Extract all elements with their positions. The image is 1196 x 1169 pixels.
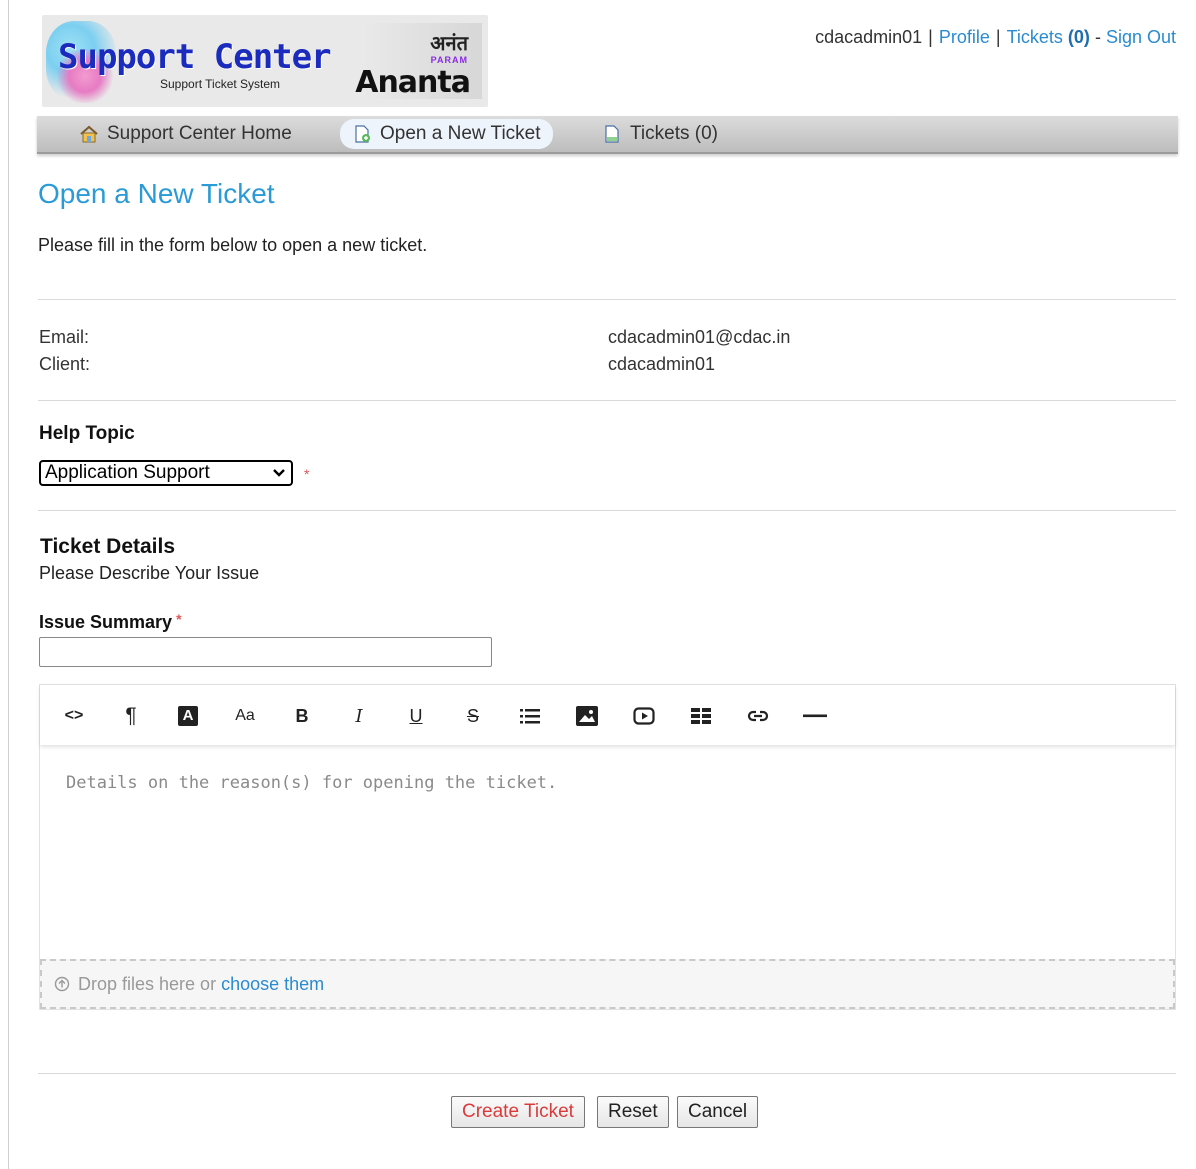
issue-summary-label-text: Issue Summary (39, 612, 173, 632)
ticket-details-heading: Ticket Details (40, 535, 176, 558)
help-topic-required-mark: * (304, 466, 310, 482)
insert-table-button[interactable] (687, 703, 715, 729)
ticket-details-subheading: Please Describe Your Issue (39, 563, 260, 583)
partner-logo-param: PARAM (430, 55, 468, 65)
issue-summary-label: Issue Summary * (39, 611, 182, 633)
page-left-rule (8, 0, 9, 1169)
italic-button[interactable]: I (345, 703, 373, 729)
help-topic-label: Help Topic (39, 423, 135, 444)
file-dropzone[interactable]: Drop files here or choose them (40, 959, 1175, 1009)
tickets-link[interactable]: Tickets (0) (1007, 27, 1090, 47)
cancel-button[interactable]: Cancel (677, 1096, 759, 1128)
insert-image-button[interactable] (573, 703, 601, 729)
issue-summary-input[interactable] (39, 637, 492, 667)
tickets-count: (0) (1067, 27, 1090, 47)
video-icon (633, 707, 655, 725)
reset-button[interactable]: Reset (597, 1096, 669, 1128)
nav-tickets-label: Tickets (0) (630, 123, 718, 144)
horizontal-rule-icon (803, 714, 827, 718)
nav-home-label: Support Center Home (107, 123, 292, 144)
client-value: cdacadmin01 (608, 354, 716, 374)
divider (38, 400, 1176, 401)
profile-link[interactable]: Profile (939, 27, 990, 47)
nav-open-ticket[interactable]: Open a New Ticket (340, 119, 553, 149)
divider (38, 510, 1176, 511)
font-size-button[interactable]: Aa (231, 703, 259, 729)
table-icon (691, 708, 711, 724)
main-nav: Support Center Home Open a New Ticket Ti… (37, 116, 1178, 154)
insert-video-button[interactable] (630, 703, 658, 729)
user-nav: cdacadmin01 | Profile | Tickets (0) - Sign O… (815, 27, 1176, 47)
home-icon (80, 125, 98, 143)
page-title: Open a New Ticket (38, 178, 275, 209)
sign-out-link[interactable]: Sign Out (1106, 27, 1176, 47)
upload-icon (54, 976, 70, 992)
horizontal-rule-button[interactable] (801, 703, 829, 729)
nav-home[interactable]: Support Center Home (67, 119, 304, 149)
divider (38, 299, 1176, 300)
help-topic-selected: Application Support (45, 462, 210, 483)
bold-button[interactable]: B (288, 703, 316, 729)
font-color-icon: A (178, 706, 198, 726)
insert-link-button[interactable] (744, 703, 772, 729)
details-editor[interactable]: <> ¶ A Aa B I U S Details on the reason(… (39, 684, 1176, 1010)
tickets-icon (605, 125, 619, 143)
help-topic-select[interactable]: Application Support (39, 460, 293, 486)
nav-open-label: Open a New Ticket (380, 123, 541, 144)
list-button[interactable] (516, 703, 544, 729)
client-label: Client: (39, 354, 91, 374)
strikethrough-button[interactable]: S (459, 703, 487, 729)
list-icon (520, 709, 540, 724)
tickets-link-label: Tickets (1006, 27, 1063, 47)
nav-dash: - (1094, 27, 1101, 47)
page-intro: Please fill in the form below to open a … (38, 235, 428, 255)
dropzone-text: Drop files here or (78, 974, 217, 994)
site-logo[interactable]: Support Center Support Ticket System अनं… (42, 15, 488, 107)
font-color-button[interactable]: A (174, 703, 202, 729)
new-ticket-icon (355, 125, 370, 143)
partner-logo: अनंत PARAM Ananta (355, 23, 482, 100)
issue-summary-required-mark: * (176, 611, 182, 627)
username: cdacadmin01 (815, 27, 923, 47)
link-icon (747, 710, 769, 722)
email-label: Email: (39, 327, 90, 347)
chevron-down-icon (273, 469, 285, 477)
email-value: cdacadmin01@cdac.in (608, 327, 791, 347)
image-icon (576, 706, 598, 726)
paragraph-button[interactable]: ¶ (117, 703, 145, 729)
code-view-button[interactable]: <> (60, 703, 88, 729)
choose-files-link[interactable]: choose them (221, 974, 324, 994)
partner-logo-ananta: Ananta (355, 65, 471, 100)
editor-toolbar: <> ¶ A Aa B I U S (40, 685, 1175, 745)
create-ticket-button[interactable]: Create Ticket (451, 1096, 585, 1128)
logo-brand-text: Support Center (58, 37, 332, 77)
underline-button[interactable]: U (402, 703, 430, 729)
divider (38, 1073, 1176, 1074)
partner-logo-hindi: अनंत (430, 31, 468, 55)
logo-subtitle: Support Ticket System (160, 77, 281, 91)
nav-tickets[interactable]: Tickets (0) (590, 119, 730, 149)
editor-placeholder: Details on the reason(s) for opening the… (66, 773, 558, 793)
